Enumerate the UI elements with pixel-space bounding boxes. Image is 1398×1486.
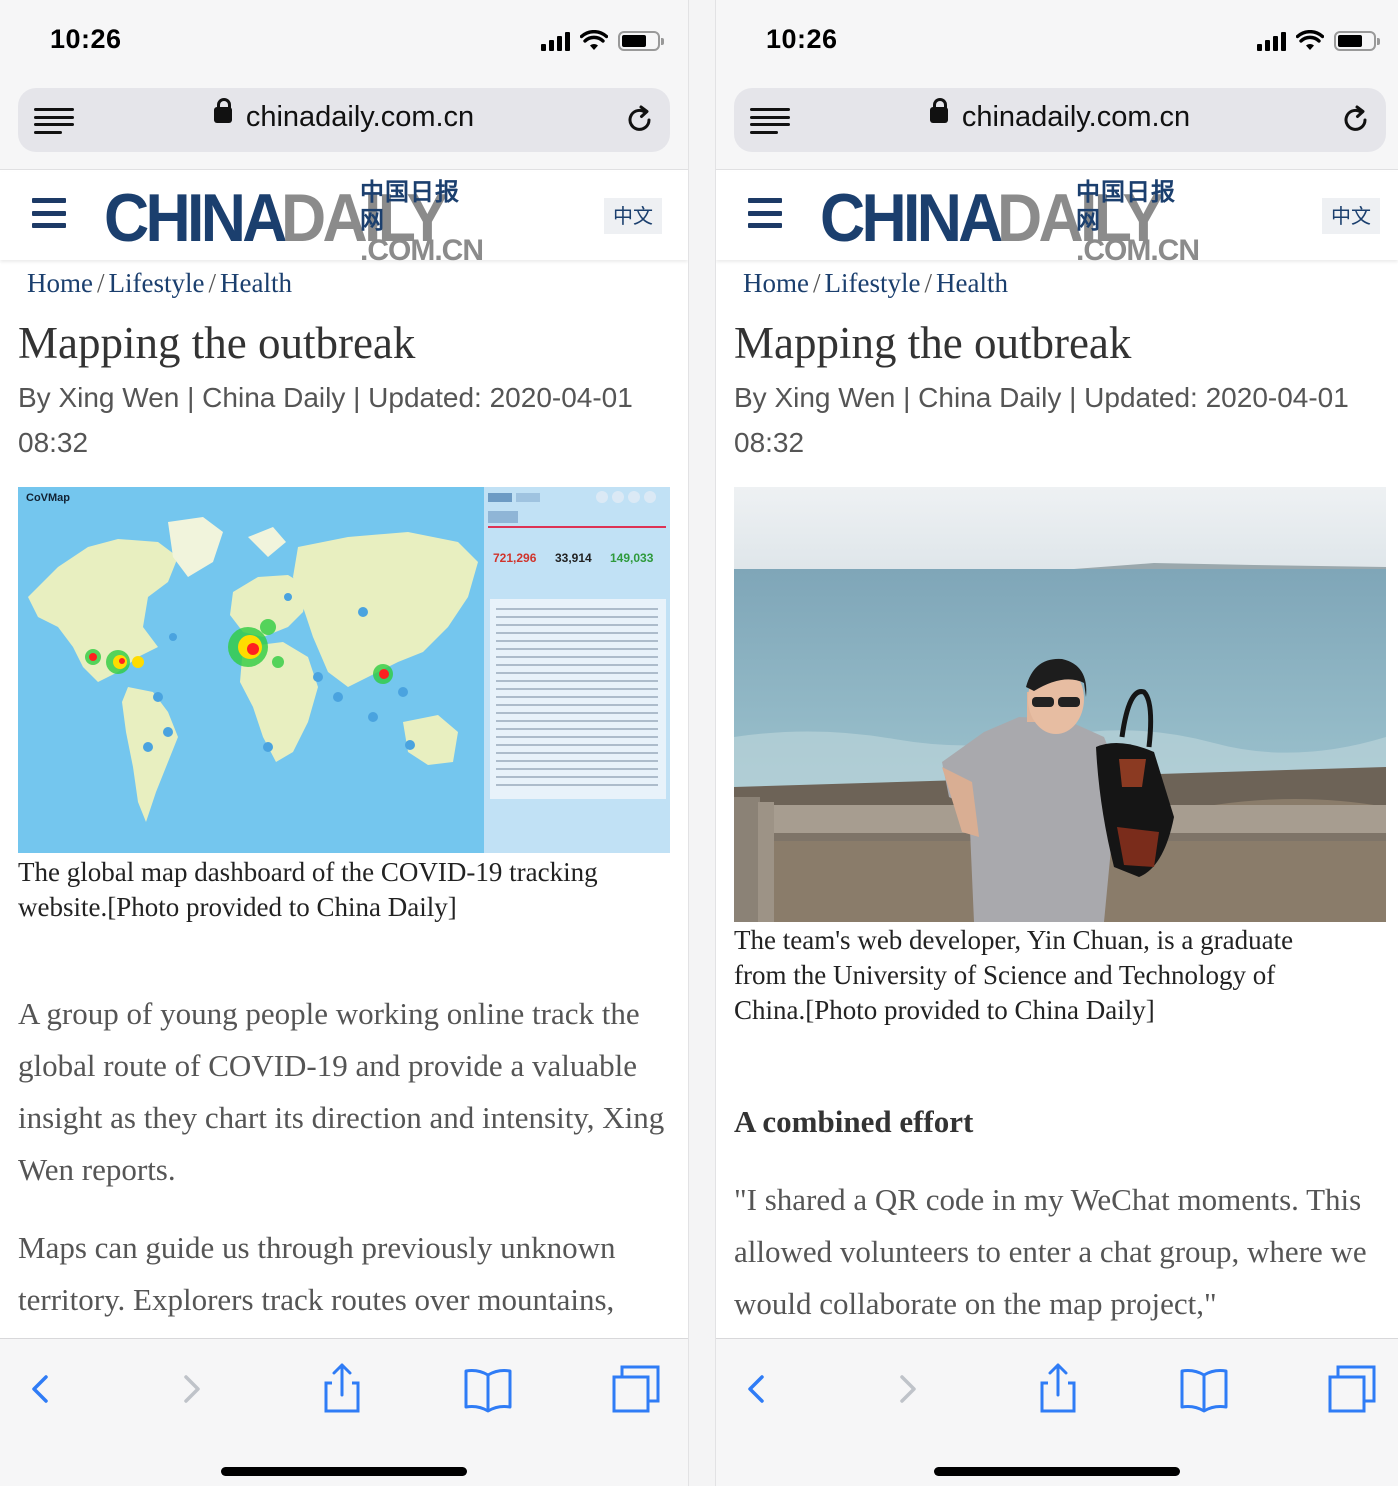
breadcrumb-lifestyle[interactable]: Lifestyle (109, 268, 205, 298)
breadcrumb: Home / Lifestyle / Health (743, 268, 1008, 298)
share-icon[interactable] (314, 1361, 370, 1417)
address-bar[interactable]: chinadaily.com.cn (734, 88, 1386, 152)
battery-icon (618, 31, 664, 51)
language-switch-button[interactable]: 中文 (1322, 198, 1380, 234)
url-text: chinadaily.com.cn (245, 101, 475, 133)
status-time: 10:26 (766, 24, 838, 54)
article-body: A combined effort "I shared a QR code in… (734, 1096, 1392, 1356)
site-header: CHINA DAILY 中国日报网 .COM.CN 中文 (716, 172, 1398, 267)
browser-toolbar (0, 1338, 688, 1486)
site-header: CHINA DAILY 中国日报网 .COM.CN 中文 (0, 172, 688, 267)
breadcrumb-home[interactable]: Home (743, 268, 809, 298)
paragraph: Maps can guide us through previously unk… (18, 1230, 616, 1317)
tabs-icon[interactable] (1324, 1361, 1380, 1417)
image-caption: The global map dashboard of the COVID-19… (18, 857, 598, 922)
stats-side-panel: 721,296 33,914 149,033 (484, 487, 670, 853)
logo-chinese-chars: 中国日报网 (1076, 177, 1176, 234)
reload-icon[interactable] (1340, 104, 1372, 136)
logo-chinese-chars: 中国日报网 (360, 177, 460, 234)
tabs-icon[interactable] (608, 1361, 664, 1417)
menu-icon[interactable] (748, 198, 782, 228)
browser-toolbar (716, 1338, 1398, 1486)
paragraph: A group of young people working online t… (18, 996, 665, 1187)
section-subheading: A combined effort (734, 1104, 974, 1139)
cellular-signal-icon (541, 31, 570, 51)
breadcrumb-lifestyle[interactable]: Lifestyle (825, 268, 921, 298)
lock-icon (213, 98, 232, 124)
battery-icon (1334, 31, 1380, 51)
wifi-icon (580, 30, 608, 50)
article-body: A group of young people working online t… (18, 988, 676, 1352)
back-icon[interactable] (730, 1361, 786, 1417)
home-indicator[interactable] (221, 1467, 467, 1476)
covmap-logo: CoVMap (26, 492, 70, 504)
forward-icon[interactable] (164, 1361, 220, 1417)
status-bar: 10:26 (716, 0, 1398, 80)
language-switch-button[interactable]: 中文 (604, 198, 662, 234)
article-title: Mapping the outbreak (18, 318, 416, 368)
breadcrumb-health[interactable]: Health (220, 268, 292, 298)
status-bar: 10:26 (0, 0, 688, 80)
breadcrumb-health[interactable]: Health (936, 268, 1008, 298)
svg-text:33,914: 33,914 (555, 551, 592, 565)
bookmarks-icon[interactable] (460, 1361, 516, 1417)
svg-text:721,296: 721,296 (493, 551, 537, 565)
article-byline: By Xing Wen | China Daily | Updated: 202… (18, 382, 633, 458)
reload-icon[interactable] (624, 104, 656, 136)
breadcrumb: Home / Lifestyle / Health (27, 268, 292, 298)
paragraph: "I shared a QR code in my WeChat moments… (734, 1182, 1367, 1321)
phone-screen-right: 10:26 chinadaily.com.cn CHINA DAILY 中国日报网… (716, 0, 1398, 1486)
world-map-graphic: CoVMap 721,296 33,914 149,033 (18, 487, 670, 853)
cellular-signal-icon (1257, 31, 1286, 51)
home-indicator[interactable] (934, 1467, 1180, 1476)
bookmarks-icon[interactable] (1176, 1361, 1232, 1417)
covid-map-dashboard-image: CoVMap 721,296 33,914 149,033 (18, 487, 670, 853)
status-time: 10:26 (50, 24, 122, 54)
url-text: chinadaily.com.cn (961, 101, 1191, 133)
wifi-icon (1296, 30, 1324, 50)
phone-screen-left: 10:26 chinadaily.com.cn CHINA DAILY 中国日报网… (0, 0, 688, 1486)
svg-text:149,033: 149,033 (610, 551, 654, 565)
lock-icon (929, 98, 948, 124)
article-byline: By Xing Wen | China Daily | Updated: 202… (734, 382, 1349, 458)
forward-icon[interactable] (880, 1361, 936, 1417)
share-icon[interactable] (1030, 1361, 1086, 1417)
back-icon[interactable] (14, 1361, 70, 1417)
address-bar[interactable]: chinadaily.com.cn (18, 88, 670, 152)
menu-icon[interactable] (32, 198, 66, 228)
image-caption: The team's web developer, Yin Chuan, is … (734, 925, 1294, 1025)
developer-portrait-photo (734, 487, 1386, 922)
breadcrumb-home[interactable]: Home (27, 268, 93, 298)
article-title: Mapping the outbreak (734, 318, 1132, 368)
screen-divider (688, 0, 716, 1486)
